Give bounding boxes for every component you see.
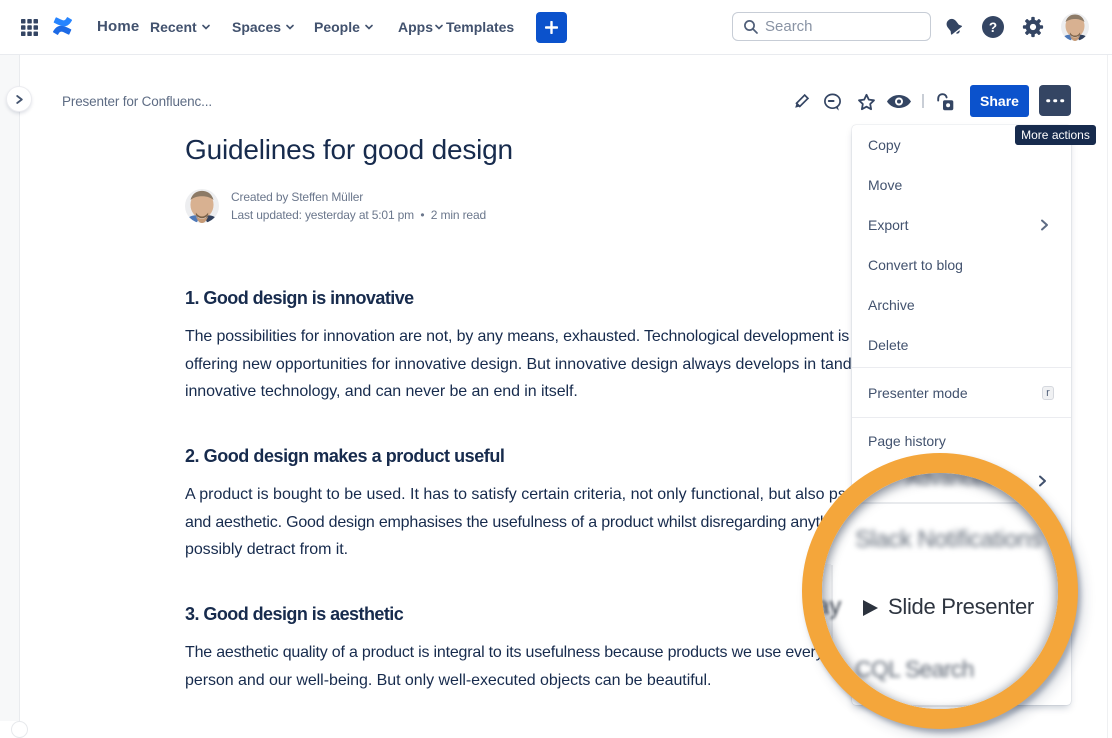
- svg-text:?: ?: [989, 20, 997, 35]
